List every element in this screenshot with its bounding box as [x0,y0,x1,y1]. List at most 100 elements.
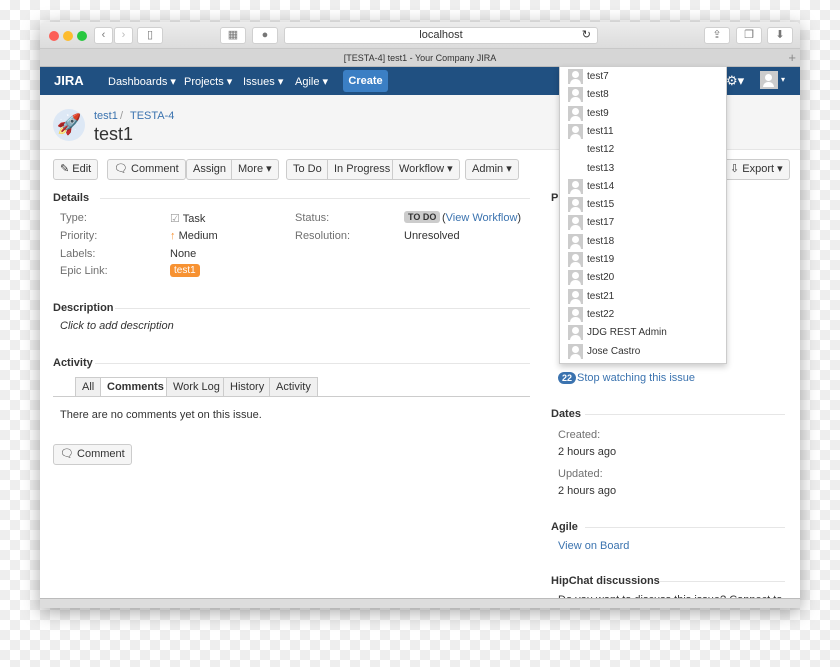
view-workflow-link[interactable]: (View Workflow) [442,212,521,224]
people-heading: P [551,192,559,204]
admin-button[interactable]: Admin ▾ [465,159,519,180]
browser-toolbar: ‹ › ▯ ▦ ● localhost ↻ ⇪ ❐ ⬇ [40,22,800,49]
watcher-name: test9 [587,107,609,119]
todo-button[interactable]: To Do [286,159,329,180]
tab-history[interactable]: History [223,377,272,397]
updated-value: 2 hours ago [558,485,617,497]
watcher-item[interactable]: JDG REST Admin [568,324,718,342]
watcher-item[interactable]: test7 [568,68,718,86]
watcher-item[interactable]: test20 [568,269,718,287]
avatar [568,215,583,231]
page-title: test1 [94,124,134,144]
watcher-item[interactable]: test15 [568,196,718,214]
divider [660,581,785,582]
share-icon[interactable]: ⇪ [704,27,730,44]
watcher-name: Jose Castro [587,345,641,357]
edit-button[interactable]: ✎ Edit [53,159,99,180]
created-value: 2 hours ago [558,446,617,458]
divider [53,396,530,397]
description-field[interactable]: Click to add description [60,320,174,332]
resolution-label: Resolution: [295,230,351,242]
watcher-name: test22 [587,308,615,320]
breadcrumb-issue-key[interactable]: TESTA-4 [130,110,174,122]
watcher-name: test11 [587,125,614,137]
assign-button[interactable]: Assign [186,159,234,180]
comment-bottom-button[interactable]: 🗨 Comment [53,444,132,465]
status-label: Status: [295,212,330,224]
activity-heading: Activity [53,357,93,369]
tabs-icon[interactable]: ❐ [736,27,762,44]
create-button[interactable]: Create [343,70,388,92]
watcher-item[interactable]: test21 [568,288,718,306]
top-sites-icon[interactable]: ▦ [220,27,246,44]
no-comments-text: There are no comments yet on this issue. [60,409,262,421]
avatar [568,288,583,304]
nav-agile[interactable]: Agile ▾ [295,75,328,88]
reload-icon[interactable]: ↻ [582,28,591,43]
labels-label: Labels: [60,248,96,260]
view-on-board-link[interactable]: View on Board [558,540,629,552]
in-progress-button[interactable]: In Progress [327,159,398,180]
divider [115,308,530,309]
privacy-icon[interactable]: ● [252,27,278,44]
zoom-window-button[interactable] [77,31,87,41]
project-avatar-rocket-icon: 🚀 [53,109,85,141]
stop-watching-link[interactable]: Stop watching this issue [577,372,695,384]
settings-gear-icon[interactable]: ⚙▾ [726,73,744,89]
nav-issues[interactable]: Issues ▾ [243,75,283,88]
divider [100,198,530,199]
close-window-button[interactable] [49,31,59,41]
watcher-item[interactable]: test8 [568,86,718,104]
epic-link-badge[interactable]: test1 [170,264,200,277]
workflow-button[interactable]: Workflow ▾ [392,159,460,180]
labels-value[interactable]: None [170,248,196,260]
breadcrumb-project[interactable]: test1 [94,110,118,122]
watcher-item[interactable]: test22 [568,306,718,324]
resolution-value: Unresolved [404,230,460,242]
watcher-item[interactable]: test19 [568,251,718,269]
minimize-window-button[interactable] [63,31,73,41]
watcher-item[interactable]: Jose Castro [568,343,718,361]
browser-tab[interactable]: [TESTA-4] test1 - Your Company JIRA + [40,49,800,67]
more-button[interactable]: More ▾ [231,159,279,180]
watcher-item[interactable]: test14 [568,178,718,196]
watcher-item[interactable]: test9 [568,105,718,123]
tab-all[interactable]: All [75,377,102,397]
avatar [568,252,583,267]
jira-logo[interactable]: JIRA [54,73,84,88]
avatar [568,69,583,84]
priority-label: Priority: [60,230,98,242]
export-button[interactable]: ⇩ Export ▾ [723,159,790,180]
comment-button[interactable]: 🗨 Comment [107,159,186,180]
tab-comments[interactable]: Comments [100,377,171,397]
avatar [568,123,583,139]
description-heading: Description [53,302,114,314]
avatar [568,197,583,213]
user-avatar[interactable] [760,71,778,89]
details-heading: Details [53,192,90,204]
nav-projects[interactable]: Projects ▾ [184,75,232,88]
updated-label: Updated: [558,468,603,480]
breadcrumb-separator: / [120,110,124,122]
type-label: Type: [60,212,87,224]
watcher-item[interactable]: test17 [568,214,718,232]
chevron-down-icon[interactable]: ▾ [781,75,785,84]
new-tab-icon[interactable]: + [788,49,796,67]
divider [585,414,785,415]
nav-dashboards[interactable]: Dashboards ▾ [108,75,176,88]
tab-activity[interactable]: Activity [269,377,318,397]
watcher-name: test8 [587,89,609,101]
watcher-item[interactable]: test18 [568,233,718,251]
watcher-item[interactable]: test12 [568,141,718,159]
sidebar-icon[interactable]: ▯ [137,27,163,44]
address-bar[interactable]: localhost ↻ [284,27,598,44]
watcher-name: test15 [587,199,615,211]
tab-work-log[interactable]: Work Log [166,377,227,397]
back-icon[interactable]: ‹ [94,27,113,44]
forward-icon[interactable]: › [114,27,133,44]
created-label: Created: [558,429,601,441]
avatar [568,343,583,359]
watcher-item[interactable]: test11 [568,123,718,141]
watcher-item[interactable]: test13 [568,160,718,178]
download-icon[interactable]: ⬇ [767,27,793,44]
